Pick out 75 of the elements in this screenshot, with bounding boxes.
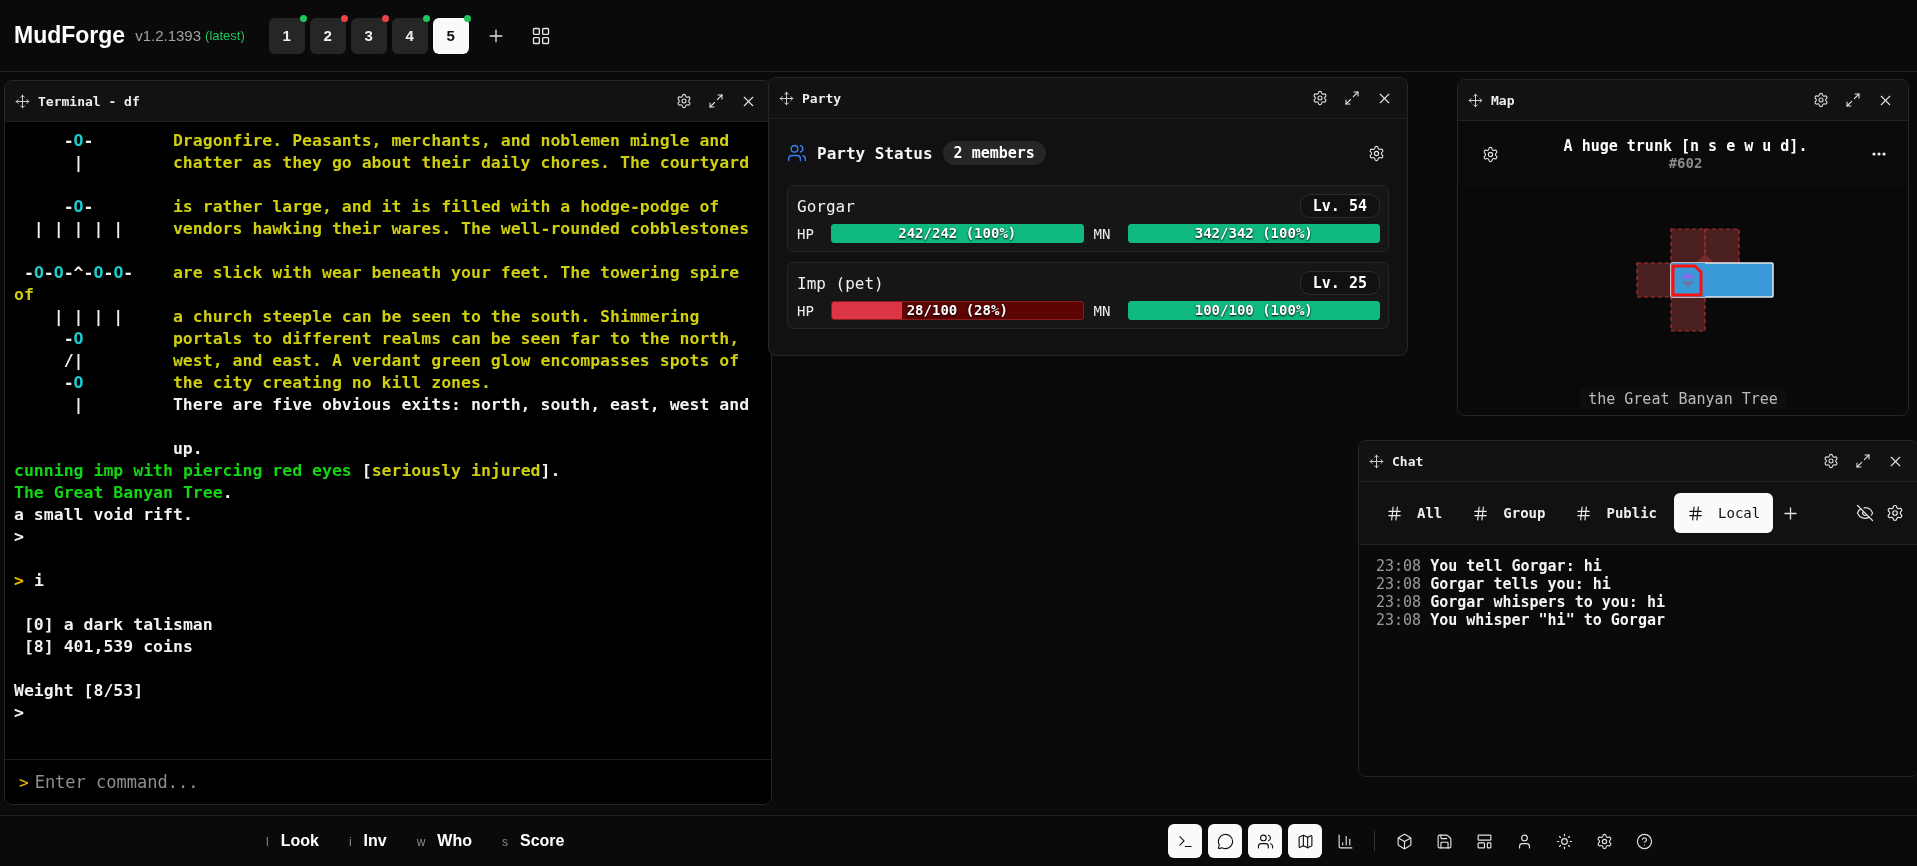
session-tab[interactable]: 2: [309, 17, 346, 54]
session-tab[interactable]: 4: [391, 17, 428, 54]
command-input[interactable]: Enter command...: [32, 771, 757, 793]
terminal-line: vendors hawking their wares. The well-rounded cobblestones: [172, 218, 750, 240]
stat-label: HP: [797, 302, 815, 319]
level-badge: Lv. 54: [1299, 194, 1380, 218]
channel-tab[interactable]: All: [1373, 493, 1456, 533]
room-name: A huge trunk [n s e w u d].: [1563, 137, 1808, 155]
terminal-line: portals to different realms can be seen far to the north,: [172, 328, 740, 350]
ascii-art: -O-O-^-O-O-: [22, 262, 135, 284]
ascii-art: -O-: [62, 196, 95, 218]
channel-tab[interactable]: Public: [1562, 493, 1671, 533]
window-title: Terminal - df: [38, 93, 141, 109]
terminal-line: are slick with wear beneath your feet. The towering spire: [172, 262, 740, 284]
terminal-line: up.: [172, 438, 203, 460]
terminal-line: > i: [14, 570, 44, 592]
ascii-art: |: [72, 152, 85, 174]
terminal-line: >: [14, 526, 24, 548]
window-title: Party: [802, 90, 843, 106]
terminal-line: cunning imp with piercing red eyes [seriously injured].: [14, 460, 561, 482]
ascii-art: | | | | |: [32, 218, 125, 240]
terminal-line: >: [14, 702, 24, 724]
stat-reading: 242/242 (100%): [897, 225, 1018, 242]
terminal-line: of: [14, 284, 34, 306]
stat-reading: 100/100 (100%): [1193, 302, 1314, 319]
ascii-art: -O: [62, 328, 85, 350]
terminal-line: west, and east. A verdant green glow encompasses spots of: [172, 350, 740, 372]
hotkey-button[interactable]: l Look: [266, 832, 319, 850]
panel-heading: Party Status: [817, 143, 933, 163]
terminal-line: [0] a dark talisman: [22, 614, 213, 636]
hotkey-button[interactable]: s Score: [502, 832, 565, 850]
ascii-art: |: [72, 394, 85, 416]
stat-label: MN: [1093, 225, 1112, 242]
channel-tab[interactable]: Local: [1674, 493, 1774, 533]
version-label: v1.2.1393: [135, 27, 202, 44]
terminal-line: The Great Banyan Tree.: [14, 482, 233, 504]
hotkey-button[interactable]: w Who: [416, 832, 472, 850]
terminal-line: There are five obvious exits: north, south, east, west and: [172, 394, 750, 416]
release-channel: (latest): [205, 28, 245, 43]
session-tab[interactable]: 1: [268, 17, 305, 54]
stat-label: HP: [797, 225, 815, 242]
terminal-line: [8] 401,539 coins: [22, 636, 193, 658]
terminal-line: a church steeple can be seen to the south. Shimmering: [172, 306, 700, 328]
command-field[interactable]: > Enter command...: [5, 759, 771, 804]
chat-message: 23:08 Gorgar whispers to you: hi: [1376, 593, 1666, 611]
room-id: #602: [1668, 155, 1703, 171]
ascii-art: -O: [62, 372, 85, 394]
terminal-line: Weight [8/53]: [14, 680, 144, 702]
prompt-symbol: >: [19, 772, 29, 792]
terminal-line: chatter as they go about their daily chores. The courtyard: [172, 152, 750, 174]
terminal-line: Dragonfire. Peasants, merchants, and noblemen mingle and: [172, 130, 730, 152]
stat-label: MN: [1093, 302, 1112, 319]
stat-reading: 342/342 (100%): [1193, 225, 1314, 242]
app-logo: MudForge: [14, 22, 126, 49]
window-title: Chat: [1392, 453, 1425, 469]
session-tab[interactable]: 5: [432, 17, 469, 54]
hotkey-button[interactable]: i Inv: [348, 832, 387, 850]
area-name: the Great Banyan Tree: [1580, 389, 1786, 409]
ascii-art: -O-: [62, 130, 95, 152]
terminal-line: a small void rift.: [14, 504, 193, 526]
terminal-line: is rather large, and it is filled with a hodge-podge of: [172, 196, 720, 218]
member-name: Imp (pet): [797, 273, 884, 293]
stat-reading: 28/100 (28%): [905, 302, 1009, 319]
channel-tab[interactable]: Group: [1459, 493, 1559, 533]
member-name: Gorgar: [797, 196, 855, 216]
level-badge: Lv. 25: [1299, 271, 1380, 295]
session-tab[interactable]: 3: [350, 17, 387, 54]
ascii-art: /|: [62, 350, 85, 372]
window-title: Map: [1491, 92, 1516, 108]
ascii-art: | | | |: [52, 306, 125, 328]
chat-message: 23:08 Gorgar tells you: hi: [1376, 575, 1612, 593]
chat-message: 23:08 You whisper "hi" to Gorgar: [1376, 611, 1666, 629]
chat-message: 23:08 You tell Gorgar: hi: [1376, 557, 1603, 575]
member-count: 2 members: [942, 141, 1046, 165]
terminal-line: the city creating no kill zones.: [172, 372, 491, 394]
